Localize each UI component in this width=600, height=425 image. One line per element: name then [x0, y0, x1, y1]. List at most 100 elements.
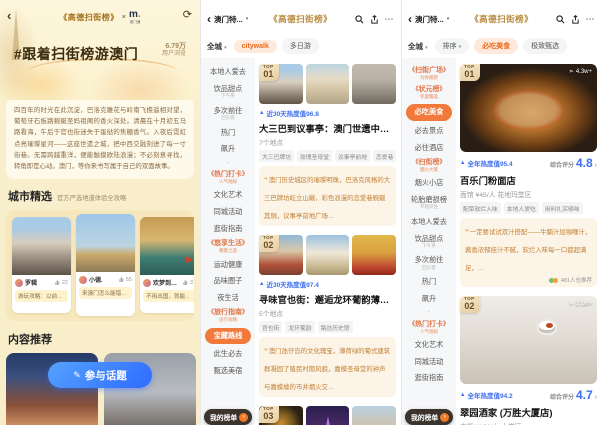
sidebar-item-culture[interactable]: 文化艺术	[402, 337, 456, 354]
tab-must-eat[interactable]: 必吃美食	[474, 38, 518, 54]
chevron-down-icon: ▾	[425, 45, 428, 51]
route-photo	[352, 64, 396, 104]
join-topic-button[interactable]: ✎ 参与话题	[48, 362, 152, 388]
route-tag[interactable]: 大三巴牌坊	[259, 150, 294, 162]
more-icon[interactable]: ⋯	[383, 14, 395, 25]
views-badge: ➣2.1w+	[569, 300, 592, 307]
sidebar-item-rising[interactable]: 飙升	[402, 291, 456, 308]
restaurant-card[interactable]: TOP01 ➣4.3w+ ▲全年热度值95.4 综合评分4.8› 百乐门粉面店 …	[460, 64, 597, 287]
share-icon[interactable]	[569, 15, 581, 24]
area-filter[interactable]: 全城 ▾	[408, 41, 428, 52]
sidebar-item-drinks[interactable]: 饮品甜点下午茶	[201, 81, 255, 103]
overall-score[interactable]: 综合评分4.8›	[550, 156, 597, 170]
sidebar-item-tire-wear[interactable]: 轮胎磨损榜专程前往	[402, 192, 456, 214]
city-selector[interactable]: 澳门特...	[214, 14, 243, 25]
sidebar-item-repeat[interactable]: 多次前往回头客	[402, 252, 456, 274]
share-icon[interactable]	[368, 15, 380, 24]
tab-premium[interactable]: 极致甄选	[523, 38, 567, 54]
topic-title: #跟着扫街榜游澳门	[14, 44, 138, 64]
route-tag[interactable]: 恋爱巷	[373, 150, 396, 162]
restaurant-name: 翠园酒家 (万胜大厦店)	[460, 405, 597, 419]
back-icon[interactable]: ‹	[408, 12, 412, 26]
route-tag[interactable]: 路氹历史馆	[318, 321, 353, 333]
scan-street-logo: 《高德扫街榜》	[59, 12, 119, 23]
sidebar-item-drinks[interactable]: 饮品甜点下午茶	[402, 230, 456, 252]
sidebar-item-hot[interactable]: 热门	[201, 124, 255, 141]
ugc-card[interactable]: 小德. 👍 55 来澳门怎么能错过水…	[76, 214, 135, 316]
sidebar-item-taste-circle[interactable]: 品味圈子	[201, 273, 255, 290]
sidebar-item-nightlife[interactable]: 夜生活	[201, 290, 255, 307]
sidebar-item-treasure-routes[interactable]: 宝藏路线	[205, 328, 251, 344]
sidebar-item-culture[interactable]: 文化艺术	[201, 187, 255, 204]
route-card[interactable]: TOP01 ▲近30天热度值96.8 大三巴到议事亭：澳门世遗中心巡礼 7个地点…	[259, 64, 396, 226]
search-icon[interactable]	[554, 15, 566, 24]
route-card[interactable]: TOP03 ▲近30天热度值96.2 氹仔奇幻购物：打卡铁塔与8字轮 6个地点	[259, 406, 396, 425]
macau-pass-logo: m. 澳门通	[129, 10, 141, 24]
quote-icon: ❝	[465, 229, 469, 236]
sidebar-item-must-eat[interactable]: 必吃美食	[406, 104, 452, 120]
back-icon[interactable]: ‹	[207, 12, 211, 26]
search-icon[interactable]	[353, 15, 365, 24]
city-picks-carousel[interactable]: 罗辑 👍 22 游玩攻略：以前在… 小德. 👍 55 来澳门怎么能错过水…	[6, 210, 194, 321]
route-tag[interactable]: 龙环葡韵	[285, 321, 314, 333]
route-card[interactable]: TOP02 ▲近30天热度值97.4 寻味官也街：邂逅龙环葡韵薄荷绿 5个地点 …	[259, 235, 396, 397]
sidebar-item-hotels[interactable]: 甄选美宿	[201, 362, 255, 379]
sidebar-item-rising[interactable]: 飙升	[201, 141, 255, 158]
restaurant-card[interactable]: TOP02 ➣2.1w+ ▲全年热度值94.2 综合评分4.7› 翠园酒家 (万…	[460, 296, 597, 425]
route-tag[interactable]: 玫瑰圣母堂	[297, 150, 332, 162]
tower-photo	[76, 214, 135, 272]
sidebar-item-locals[interactable]: 本地人爱去	[201, 64, 255, 81]
sidebar-item-shopping-guide[interactable]: 逛街指南	[402, 370, 456, 387]
restaurant-tag[interactable]: 用料扎实够味	[542, 202, 583, 214]
restaurant-tag[interactable]: 配菜软烂入味	[460, 202, 501, 214]
screenshot-root: ‹ ⟳ 《高德扫街榜》 × m. 澳门通 #跟着扫街榜游澳门 6.79万 用户浏…	[0, 0, 600, 425]
restaurant-list: TOP01 ➣4.3w+ ▲全年热度值95.4 综合评分4.8› 百乐门粉面店 …	[456, 58, 600, 425]
views-badge: ➣4.3w+	[569, 68, 592, 75]
canal-photo	[140, 217, 194, 275]
city-selector[interactable]: 澳门特...	[415, 14, 444, 25]
like-count[interactable]: 👍 37	[182, 280, 194, 286]
send-icon: ➣	[569, 68, 574, 75]
sidebar-section-checkin: 热门打卡人气地标	[201, 168, 255, 187]
route-photo	[352, 406, 396, 425]
tab-citywalk[interactable]: citywalk	[234, 40, 277, 53]
more-icon[interactable]: ⋯	[584, 14, 596, 25]
sort-filter[interactable]: 排序 ▾	[435, 38, 469, 54]
list-header: ‹ 澳门特... ▾ 《高德扫街榜》 ⋯	[201, 0, 401, 32]
sidebar-item-must-see[interactable]: 必去景点	[402, 123, 456, 140]
sidebar-item-locals[interactable]: 本地人爱去	[402, 214, 456, 231]
my-ranking-button[interactable]: 我的榜单 ›	[405, 409, 453, 425]
ugc-card[interactable]: 罗辑 👍 22 游玩攻略：以前在…	[12, 217, 71, 313]
route-tag[interactable]: 议事亭前地	[335, 150, 370, 162]
avatar	[143, 279, 151, 287]
thumb-icon: 👍	[118, 277, 124, 283]
sidebar-item-hot[interactable]: 热门	[402, 274, 456, 291]
sidebar-item-events[interactable]: 同城活动	[201, 204, 255, 221]
carousel-next-icon[interactable]: ▶	[186, 254, 193, 265]
route-review: ❝澳门历史城区的璀璨明珠，巴洛克风格的大三巴牌坊屹立山巅，彩色浪漫的恋爱巷蜿蜒其…	[259, 166, 396, 226]
route-title: 寻味官也街：邂逅龙环葡韵薄荷绿	[259, 292, 396, 306]
sidebar-item-must-stay[interactable]: 必住酒店	[402, 139, 456, 156]
restaurant-tag[interactable]: 本地人爱吃	[504, 202, 539, 214]
route-photo	[306, 406, 350, 425]
rank-badge: TOP02	[460, 296, 480, 313]
sidebar-item-small-shops[interactable]: 烟火小店	[402, 175, 456, 192]
rank-badge: TOP01	[259, 64, 279, 81]
sidebar-item-shopping-guide[interactable]: 逛街指南	[201, 220, 255, 237]
route-photo	[306, 64, 350, 104]
sidebar-item-events[interactable]: 同城活动	[402, 354, 456, 371]
chevron-right-icon: ›	[595, 162, 597, 169]
sidebar-item-must-visit[interactable]: 此生必去	[201, 346, 255, 363]
sidebar-item-sports[interactable]: 运动健康	[201, 256, 255, 273]
sidebar-item-repeat[interactable]: 多次前往回头客	[201, 102, 255, 124]
like-count[interactable]: 👍 55	[118, 277, 132, 283]
like-count[interactable]: 👍 22	[54, 280, 68, 286]
dimsum-photo: TOP02 ➣2.1w+	[460, 296, 597, 384]
tab-multiday[interactable]: 多日游	[282, 38, 319, 54]
avatar	[553, 278, 558, 283]
ugc-card[interactable]: 欢梦到西洲 👍 37 不用出国，就能在这…	[140, 217, 194, 313]
my-ranking-button[interactable]: 我的榜单 ›	[204, 409, 252, 425]
overall-score[interactable]: 综合评分4.7›	[550, 388, 597, 402]
route-tag[interactable]: 官也街	[259, 321, 282, 333]
area-filter[interactable]: 全城 ▾	[207, 41, 227, 52]
